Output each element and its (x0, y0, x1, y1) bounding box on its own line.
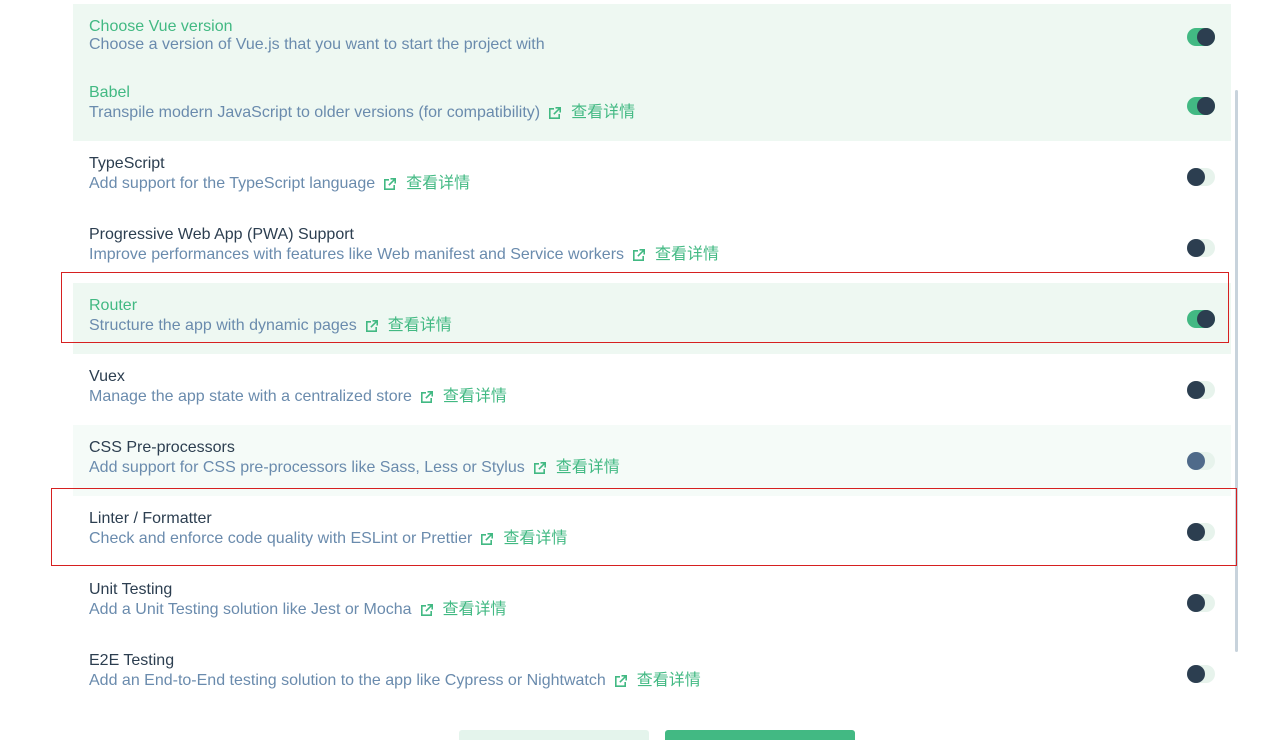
external-link-icon[interactable] (547, 105, 563, 121)
feature-toggle-pwa[interactable] (1187, 238, 1215, 257)
external-link-icon[interactable] (419, 389, 435, 405)
feature-description: Manage the app state with a centralized … (89, 387, 507, 407)
feature-description-text: Structure the app with dynamic pages (89, 317, 357, 334)
feature-toggle-router[interactable] (1187, 309, 1215, 328)
feature-toggle-unit-testing[interactable] (1187, 593, 1215, 612)
toggle-knob (1187, 238, 1205, 257)
feature-description-text: Add a Unit Testing solution like Jest or… (89, 601, 412, 618)
feature-more-link[interactable]: 查看详情 (388, 316, 452, 336)
feature-toggle-e2e-testing[interactable] (1187, 664, 1215, 683)
feature-description-text: Check and enforce code quality with ESLi… (89, 530, 473, 547)
feature-description: Structure the app with dynamic pages 查看详… (89, 316, 452, 336)
feature-title: Babel (89, 84, 130, 101)
feature-more-link[interactable]: 查看详情 (443, 600, 507, 620)
feature-more-link[interactable]: 查看详情 (503, 529, 567, 549)
next-button[interactable] (665, 730, 855, 740)
external-link-icon[interactable] (532, 460, 548, 476)
feature-description: Add support for CSS pre-processors like … (89, 458, 620, 478)
external-link-icon[interactable] (613, 673, 629, 689)
feature-description: Check and enforce code quality with ESLi… (89, 529, 567, 549)
feature-title: Router (89, 297, 138, 314)
feature-description-text: Transpile modern JavaScript to older ver… (89, 104, 541, 121)
feature-more-link[interactable]: 查看详情 (406, 174, 470, 194)
feature-description-text: Choose a version of Vue.js that you want… (89, 36, 545, 53)
scrollbar[interactable] (1235, 90, 1238, 652)
feature-more-link[interactable]: 查看详情 (637, 671, 701, 691)
feature-more-link[interactable]: 查看详情 (443, 387, 507, 407)
feature-list: Choose Vue version Choose a version of V… (73, 4, 1231, 709)
feature-title: TypeScript (89, 155, 165, 172)
feature-description: Add a Unit Testing solution like Jest or… (89, 600, 507, 620)
feature-more-link[interactable]: 查看详情 (571, 103, 635, 123)
feature-description: Choose a version of Vue.js that you want… (89, 35, 545, 55)
feature-toggle-babel[interactable] (1187, 96, 1215, 115)
feature-row-css-preprocessors[interactable]: CSS Pre-processors Add support for CSS p… (73, 425, 1231, 496)
feature-description: Transpile modern JavaScript to older ver… (89, 103, 635, 123)
feature-description: Improve performances with features like … (89, 245, 719, 265)
feature-row-linter[interactable]: Linter / Formatter Check and enforce cod… (73, 496, 1231, 567)
toggle-knob (1187, 451, 1205, 470)
feature-description-text: Add an End-to-End testing solution to th… (89, 672, 606, 689)
feature-toggle-css-preprocessors[interactable] (1187, 451, 1215, 470)
toggle-knob (1187, 167, 1205, 186)
feature-row-vue-version[interactable]: Choose Vue version Choose a version of V… (73, 4, 1231, 70)
feature-toggle-vuex[interactable] (1187, 380, 1215, 399)
feature-title: Progressive Web App (PWA) Support (89, 226, 354, 243)
feature-title: Unit Testing (89, 581, 173, 598)
feature-description-text: Add support for the TypeScript language (89, 175, 376, 192)
external-link-icon[interactable] (631, 247, 647, 263)
feature-title: Linter / Formatter (89, 510, 212, 527)
feature-more-link[interactable]: 查看详情 (556, 458, 620, 478)
external-link-icon[interactable] (479, 531, 495, 547)
feature-title: Choose Vue version (89, 18, 233, 35)
feature-title: E2E Testing (89, 652, 175, 669)
feature-description-text: Improve performances with features like … (89, 246, 625, 263)
feature-row-e2e-testing[interactable]: E2E Testing Add an End-to-End testing so… (73, 638, 1231, 709)
external-link-icon[interactable] (364, 318, 380, 334)
feature-row-router[interactable]: Router Structure the app with dynamic pa… (73, 283, 1231, 354)
feature-toggle-typescript[interactable] (1187, 167, 1215, 186)
toggle-knob (1187, 522, 1205, 541)
feature-row-typescript[interactable]: TypeScript Add support for the TypeScrip… (73, 141, 1231, 212)
toggle-knob (1187, 380, 1205, 399)
toggle-knob (1197, 96, 1215, 115)
feature-row-unit-testing[interactable]: Unit Testing Add a Unit Testing solution… (73, 567, 1231, 638)
feature-title: CSS Pre-processors (89, 439, 235, 456)
feature-row-vuex[interactable]: Vuex Manage the app state with a central… (73, 354, 1231, 425)
feature-description-text: Manage the app state with a centralized … (89, 388, 412, 405)
feature-toggle-linter[interactable] (1187, 522, 1215, 541)
feature-description: Add an End-to-End testing solution to th… (89, 671, 701, 691)
feature-more-link[interactable]: 查看详情 (655, 245, 719, 265)
feature-description: Add support for the TypeScript language … (89, 174, 470, 194)
toggle-knob (1197, 309, 1215, 328)
feature-title: Vuex (89, 368, 125, 385)
feature-row-pwa[interactable]: Progressive Web App (PWA) Support Improv… (73, 212, 1231, 283)
previous-button[interactable] (459, 730, 649, 740)
feature-toggle-vue-version[interactable] (1187, 28, 1215, 46)
feature-description-text: Add support for CSS pre-processors like … (89, 459, 525, 476)
toggle-knob (1197, 28, 1215, 46)
external-link-icon[interactable] (382, 176, 398, 192)
toggle-knob (1187, 593, 1205, 612)
external-link-icon[interactable] (419, 602, 435, 618)
feature-row-babel[interactable]: Babel Transpile modern JavaScript to old… (73, 70, 1231, 141)
toggle-knob (1187, 664, 1205, 683)
